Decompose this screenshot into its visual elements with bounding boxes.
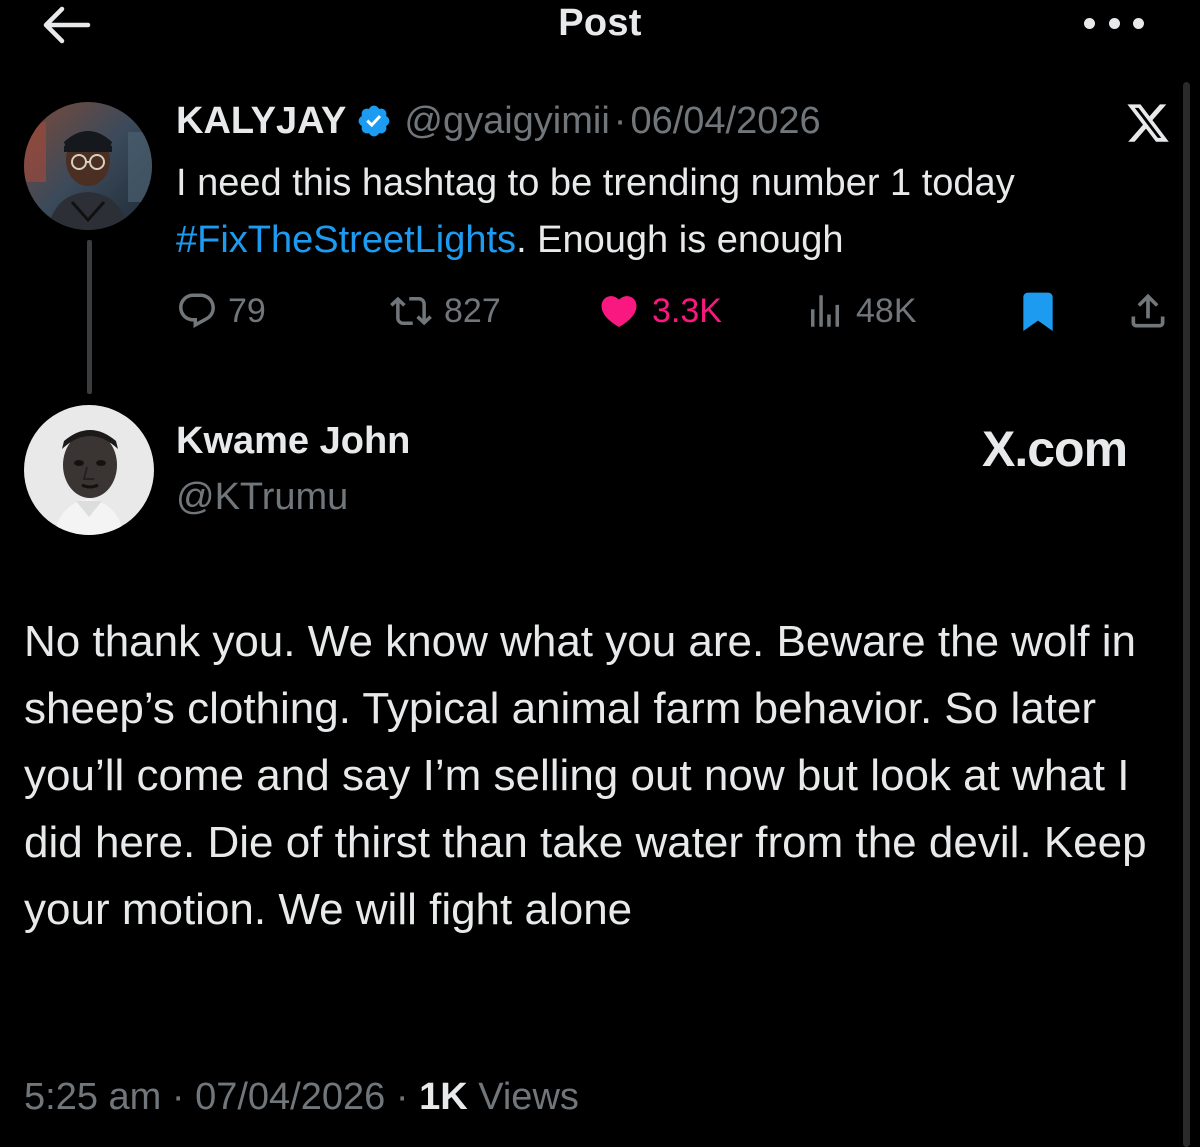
x-logo-icon xyxy=(1127,104,1169,142)
more-dot xyxy=(1133,17,1144,29)
quoted-post-header: KALYJAY @gyaigyimii · 06/04/2026 xyxy=(176,98,821,144)
reply-icon xyxy=(179,293,215,328)
author-handle[interactable]: @gyaigyimii xyxy=(404,100,609,143)
repost-count: 827 xyxy=(444,291,501,330)
like-button[interactable]: 3.3K xyxy=(596,285,722,337)
reply-button[interactable]: 79 xyxy=(176,285,266,337)
repost-button[interactable]: 827 xyxy=(388,285,501,337)
views-label: Views xyxy=(478,1076,579,1118)
share-icon xyxy=(1131,293,1165,328)
verified-badge-icon xyxy=(359,105,390,137)
page-title: Post xyxy=(558,2,642,44)
post-meta: 5:25 am · 07/04/2026 · 1K Views xyxy=(24,1076,579,1119)
post-date[interactable]: 06/04/2026 xyxy=(630,100,820,143)
author-display-name[interactable]: KALYJAY xyxy=(176,100,346,143)
post-actions-bar: 79 827 3.3K 48K xyxy=(176,285,1176,337)
top-bar: Post xyxy=(0,0,1200,60)
views-button[interactable]: 48K xyxy=(804,285,917,337)
separator-dot: · xyxy=(613,99,627,142)
reply-author-handle[interactable]: @KTrumu xyxy=(176,476,348,519)
views-count[interactable]: 1K xyxy=(419,1076,468,1118)
bookmark-button[interactable] xyxy=(1016,285,1070,337)
reply-post-text: No thank you. We know what you are. Bewa… xyxy=(24,617,1147,934)
separator-dot: · xyxy=(395,1076,409,1118)
quoted-text-part: . Enough is enough xyxy=(516,219,844,261)
repost-icon xyxy=(390,296,432,326)
more-horizontal-icon xyxy=(1084,17,1095,29)
more-dot xyxy=(1108,17,1120,29)
site-label: X.com xyxy=(982,421,1128,477)
avatar[interactable] xyxy=(24,405,154,535)
reply-author-display-name[interactable]: Kwame John xyxy=(176,420,410,463)
like-count: 3.3K xyxy=(652,291,722,330)
avatar-kwame-john-image xyxy=(24,405,154,535)
quoted-post-text: I need this hashtag to be trending numbe… xyxy=(176,155,1166,269)
heart-filled-icon xyxy=(601,296,637,328)
thread-connector-line xyxy=(87,240,92,394)
quoted-text-part: I need this hashtag to be trending numbe… xyxy=(176,162,1015,204)
avatar[interactable] xyxy=(24,102,152,230)
post-time[interactable]: 5:25 am xyxy=(24,1076,161,1118)
separator-dot: · xyxy=(171,1076,185,1118)
bookmark-filled-icon xyxy=(1023,292,1053,332)
share-button[interactable] xyxy=(1126,285,1180,337)
avatar-kalyjay-image xyxy=(24,102,152,230)
more-options-button[interactable] xyxy=(1084,8,1144,38)
post-date[interactable]: 07/04/2026 xyxy=(195,1076,385,1118)
analytics-bars-icon xyxy=(811,295,839,327)
scrollbar[interactable] xyxy=(1183,82,1190,1147)
hashtag-link[interactable]: #FixTheStreetLights xyxy=(176,219,516,261)
views-count: 48K xyxy=(856,291,917,330)
reply-count: 79 xyxy=(228,291,266,330)
